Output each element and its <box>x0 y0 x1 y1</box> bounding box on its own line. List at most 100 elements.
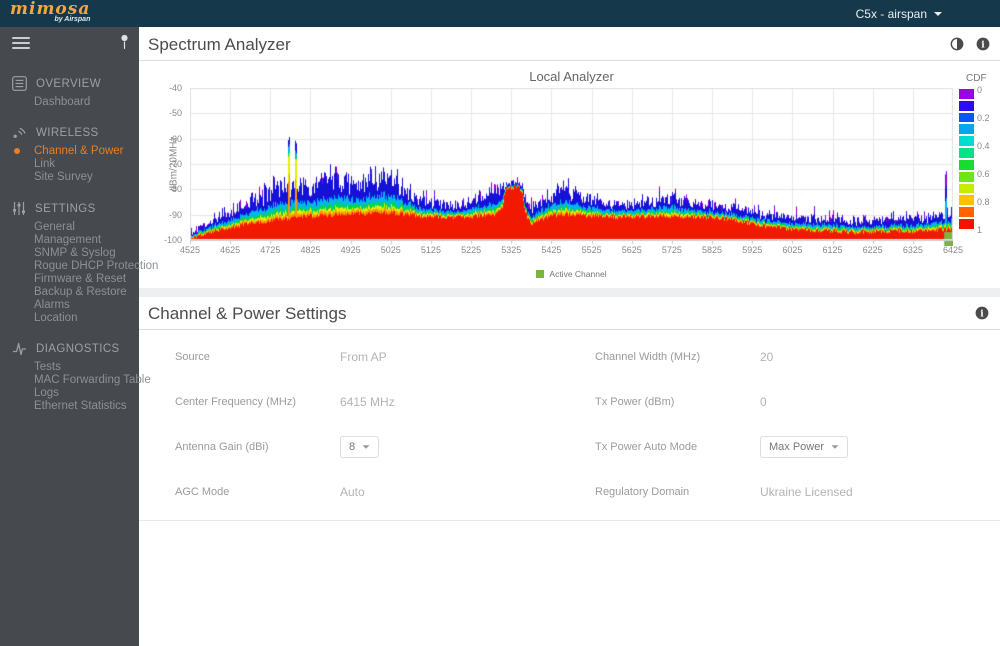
tx-power-auto-mode-dropdown[interactable]: Max Power <box>760 436 849 458</box>
sidebar-item-location[interactable]: Location <box>34 312 139 325</box>
page-title: Spectrum Analyzer <box>148 35 291 54</box>
info-icon[interactable]: i <box>976 37 990 51</box>
field-agc-mode: AGC Mode Auto <box>175 480 365 504</box>
field-label-antenna-gain-dbi: Antenna Gain (dBi) <box>175 441 269 453</box>
sidebar-item-firmware-reset[interactable]: Firmware & Reset <box>34 273 139 286</box>
sidebar-item-snmp-syslog[interactable]: SNMP & Syslog <box>34 247 139 260</box>
info-icon[interactable]: i <box>975 306 989 320</box>
sidebar-section-diagnostics[interactable]: DIAGNOSTICS <box>12 342 139 356</box>
sidebar-item-label: Location <box>34 312 78 324</box>
legend-label: Active Channel <box>549 269 607 279</box>
field-tx-power-auto-mode: Tx Power Auto Mode Max Power <box>595 435 849 459</box>
chevron-down-icon <box>362 445 370 449</box>
sidebar-item-label: Ethernet Statistics <box>34 400 127 412</box>
sidebar-section-label: SETTINGS <box>35 202 96 215</box>
device-selector[interactable]: C5x - airspan <box>856 0 942 27</box>
sidebar-item-link[interactable]: Link <box>34 158 139 171</box>
sidebar-item-ethernet-statistics[interactable]: Ethernet Statistics <box>34 400 139 413</box>
field-tx-power-dbm: Tx Power (dBm) 0 <box>595 390 767 414</box>
x-axis-tick-label: 4825 <box>300 245 321 255</box>
x-axis-tick-label: 5125 <box>420 245 441 255</box>
colorbar-tick-labels: 0 0.2 0.4 0.6 0.8 1 <box>977 85 1000 235</box>
sidebar-item-label: Tests <box>34 361 61 373</box>
page-header: Spectrum Analyzer i <box>139 27 1000 61</box>
sidebar-item-general[interactable]: General <box>34 221 139 234</box>
colorbar-tick-label: 1 <box>977 225 983 235</box>
sidebar-item-dashboard[interactable]: Dashboard <box>34 96 139 109</box>
field-label-channel-width-mhz: Channel Width (MHz) <box>595 351 701 363</box>
sidebar-section-overview[interactable]: OVERVIEW <box>12 76 139 91</box>
active-dot-icon <box>14 148 20 154</box>
field-regulatory-domain: Regulatory Domain Ukraine Licensed <box>595 480 853 504</box>
field-value-regulatory-domain: Ukraine Licensed <box>760 485 853 499</box>
colorbar-block <box>959 112 974 123</box>
sidebar-item-tests[interactable]: Tests <box>34 361 139 374</box>
sidebar-item-rogue-dhcp-protection[interactable]: Rogue DHCP Protection <box>34 260 158 273</box>
chevron-down-icon <box>934 11 942 16</box>
dropdown-value: Max Power <box>769 441 825 453</box>
sidebar-item-label: Channel & Power <box>34 145 124 157</box>
x-axis-tick-label: 5325 <box>501 245 522 255</box>
y-axis-tick-label: -80 <box>168 184 182 195</box>
sidebar-item-channel-power[interactable]: Channel & Power <box>14 145 139 158</box>
y-axis-tick-label: -70 <box>168 159 182 169</box>
x-axis-tick-label: 5025 <box>380 245 401 255</box>
x-axis-tick-label: 5525 <box>581 245 602 255</box>
colorbar-block <box>959 89 974 99</box>
chevron-down-icon <box>831 445 839 449</box>
pin-icon[interactable] <box>120 34 129 56</box>
sidebar-item-logs[interactable]: Logs <box>34 387 139 400</box>
sidebar-item-management[interactable]: Management <box>34 234 139 247</box>
sidebar-item-label: Rogue DHCP Protection <box>34 260 159 272</box>
colorbar-tick-label: 0.2 <box>977 113 990 123</box>
sidebar-item-label: Site Survey <box>34 171 93 183</box>
sidebar-item-label: General <box>34 221 75 233</box>
colorbar-tick-label: 0.8 <box>977 197 990 207</box>
sidebar-section-settings[interactable]: SETTINGS <box>12 201 139 216</box>
colorbar-block <box>959 148 974 158</box>
x-axis-tick-label: 4525 <box>179 245 201 255</box>
colorbar-block <box>959 207 974 218</box>
channel-power-settings-panel: Channel & Power Settings i Source From AP… <box>139 297 1000 521</box>
sidebar-item-label: MAC Forwarding Table <box>34 374 151 386</box>
sidebar-item-label: Firmware & Reset <box>34 273 127 285</box>
sidebar-item-label: SNMP & Syslog <box>34 247 116 259</box>
sidebar-section-label: DIAGNOSTICS <box>36 343 120 355</box>
x-axis-tick-label: 5925 <box>742 245 763 255</box>
field-source: Source From AP <box>175 345 387 369</box>
field-label-source: Source <box>175 351 210 363</box>
sidebar-item-label: Dashboard <box>34 96 91 108</box>
spectrum-analyzer-panel: Local Analyzer dBm/20MHz -40 -50 -60 -70 -80… <box>139 61 1000 288</box>
field-value-tx-power-dbm: 0 <box>760 395 767 409</box>
colorbar-block <box>959 171 974 182</box>
svg-text:i: i <box>981 40 985 50</box>
menu-icon[interactable] <box>12 37 30 52</box>
sidebar-item-backup-restore[interactable]: Backup & Restore <box>34 286 139 299</box>
field-label-tx-power-auto-mode: Tx Power Auto Mode <box>595 441 698 453</box>
field-label-tx-power-dbm: Tx Power (dBm) <box>595 396 675 408</box>
colorbar-tick-label: 0.4 <box>977 141 990 151</box>
sidebar-item-label: Management <box>34 234 102 246</box>
diagnostics-icon <box>12 342 27 356</box>
x-axis-tick-label: 6225 <box>862 245 883 255</box>
sidebar-nav: OVERVIEW Dashboard WIRELESS Channel & Power… <box>0 76 158 413</box>
x-axis-tick-label: 6425 <box>942 245 964 255</box>
y-axis-tick-label: -60 <box>168 133 182 144</box>
sidebar-item-label: Backup & Restore <box>34 286 127 298</box>
wireless-icon <box>12 126 27 140</box>
y-axis-tick-label: -50 <box>168 108 182 119</box>
sidebar-item-alarms[interactable]: Alarms <box>34 299 139 312</box>
sidebar-item-site-survey[interactable]: Site Survey <box>34 171 139 184</box>
spectrum-plot <box>190 88 953 246</box>
sidebar-item-mac-forwarding-table[interactable]: MAC Forwarding Table <box>34 374 151 387</box>
colorbar-block <box>959 124 974 135</box>
mimosa-logo[interactable]: mimosa by Airspan <box>10 0 90 23</box>
svg-text:i: i <box>980 309 984 319</box>
field-antenna-gain-dbi: Antenna Gain (dBi) 8 <box>175 435 380 459</box>
sidebar-item-label: Logs <box>34 387 59 399</box>
chart-title: Local Analyzer <box>529 69 614 84</box>
antenna-gain-dbi-dropdown[interactable]: 8 <box>340 436 380 458</box>
sidebar-section-wireless[interactable]: WIRELESS <box>12 126 139 140</box>
contrast-icon[interactable] <box>950 37 964 51</box>
colorbar-title: CDF <box>966 73 987 84</box>
